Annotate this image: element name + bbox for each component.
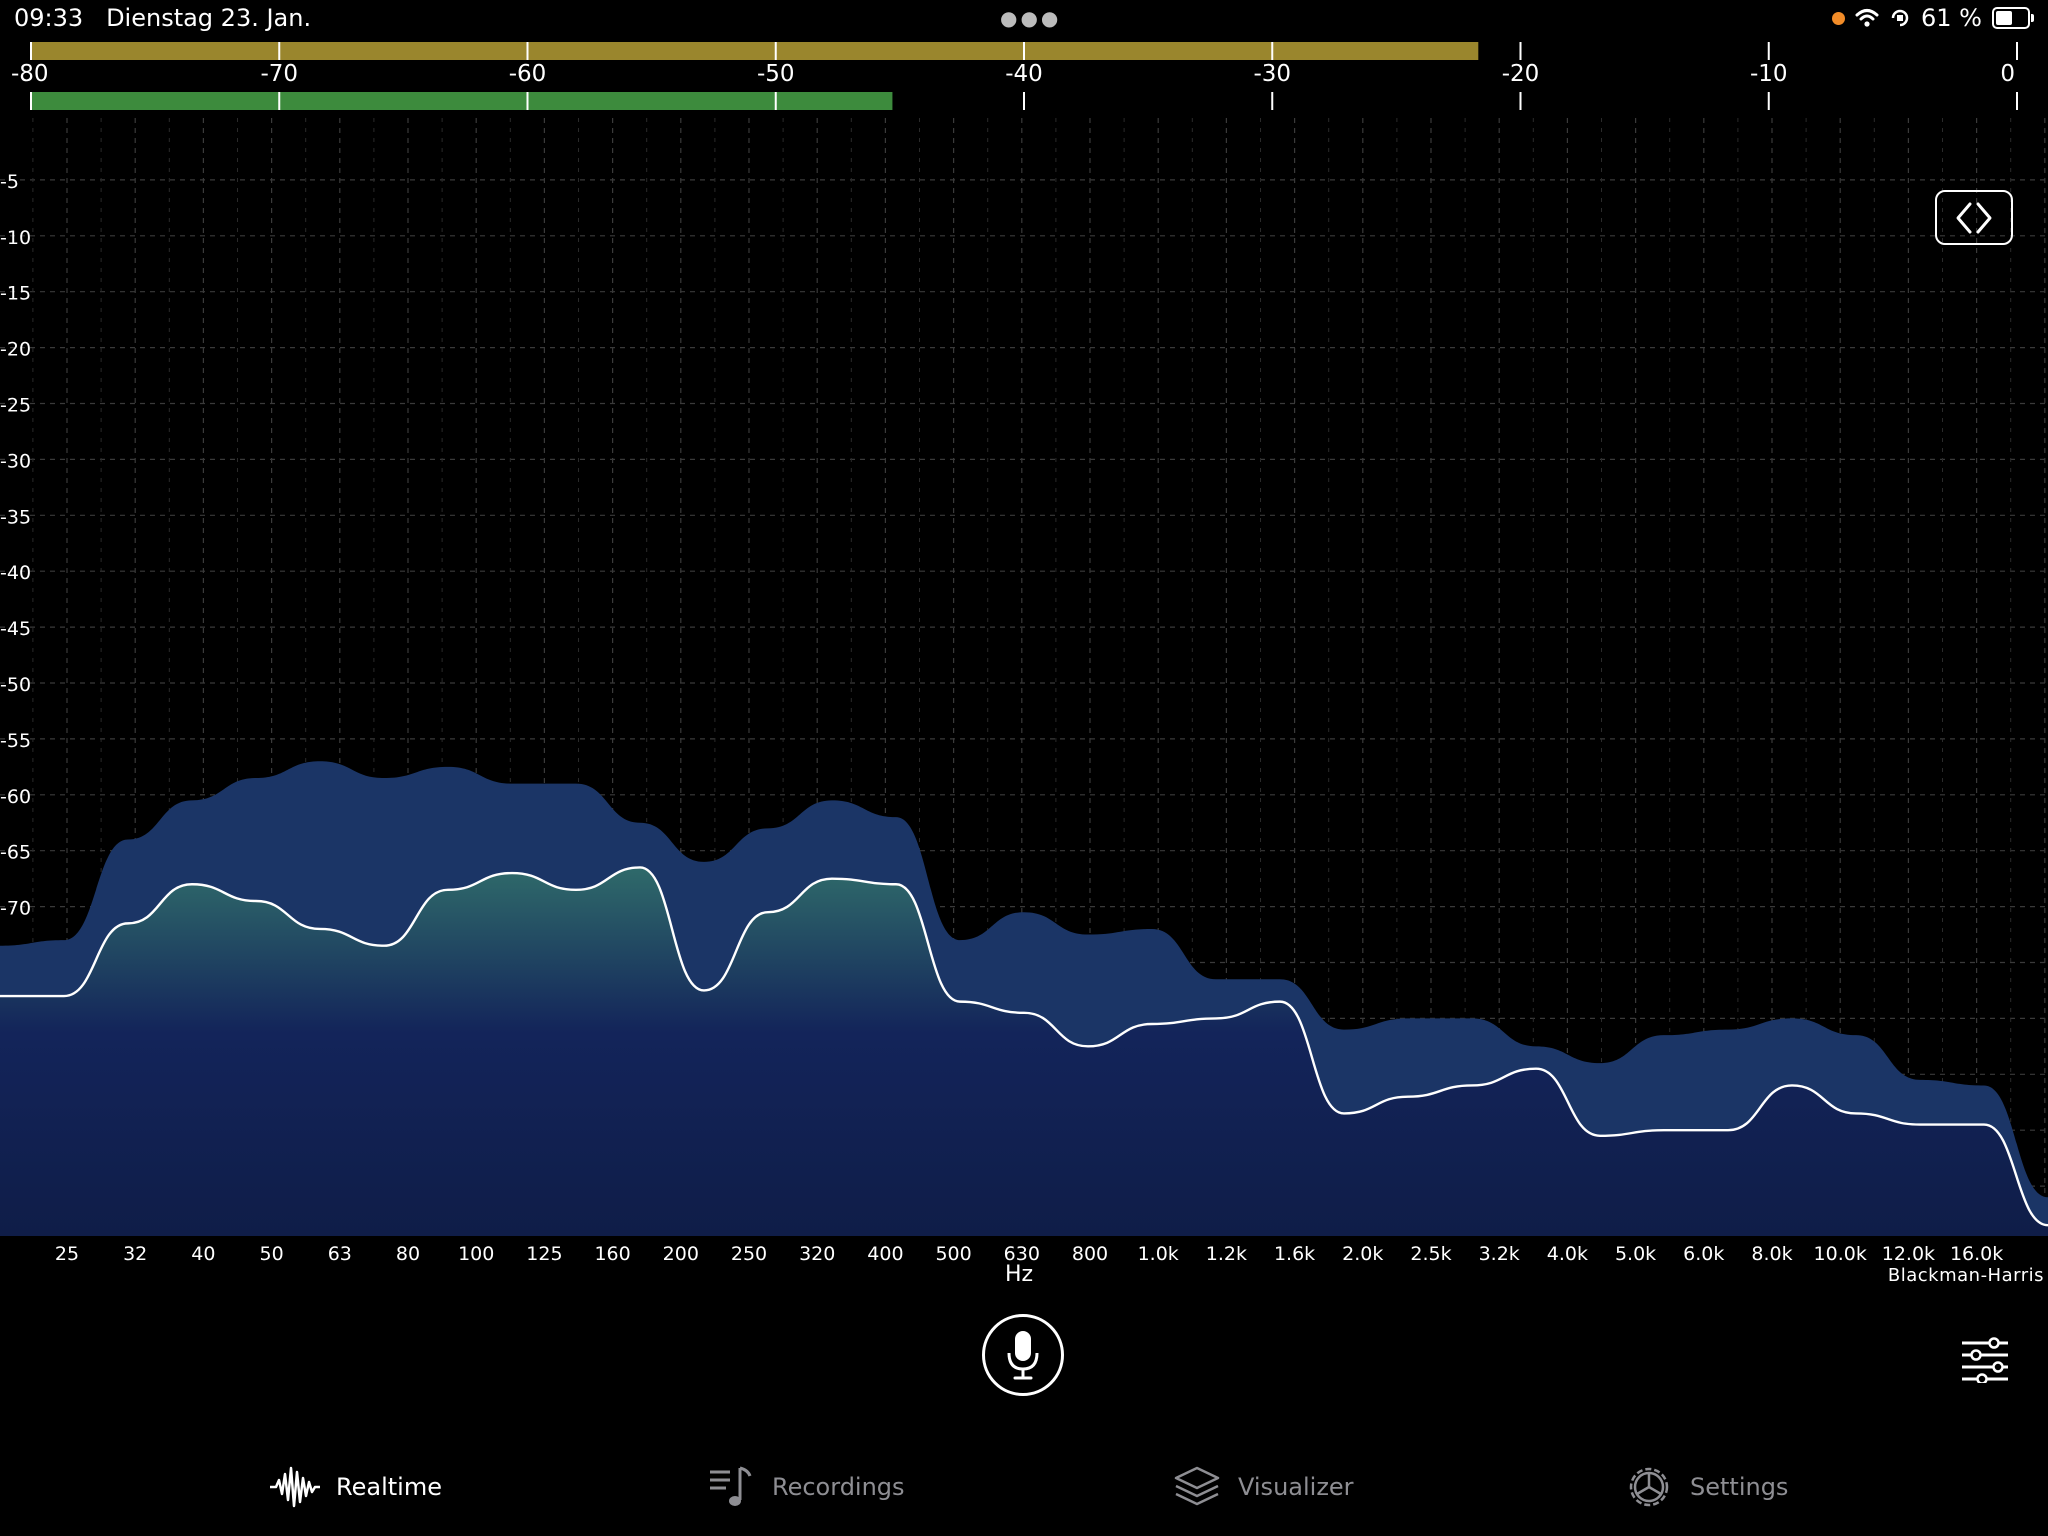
y-tick-label: -30 — [0, 450, 31, 472]
code-brackets-icon — [1956, 202, 1992, 233]
expand-button[interactable] — [1935, 190, 2013, 245]
meter-scale-label: -50 — [757, 61, 795, 87]
status-time: 09:33 Dienstag 23. Jan. — [14, 4, 311, 32]
x-tick-label: 125 — [526, 1243, 562, 1265]
x-tick-label: 1.6k — [1274, 1243, 1315, 1265]
x-tick-label: 40 — [191, 1243, 215, 1265]
x-tick-label: 80 — [396, 1243, 420, 1265]
date: Dienstag 23. Jan. — [106, 4, 312, 32]
y-tick-label: -20 — [0, 339, 31, 361]
battery-icon — [1992, 7, 2034, 29]
rms-level-bar — [31, 92, 893, 110]
display-settings-button[interactable] — [1960, 1337, 2010, 1385]
x-tick-label: 320 — [799, 1243, 835, 1265]
tab-visualizer[interactable]: Visualizer — [1170, 1460, 1354, 1514]
layers-icon — [1170, 1460, 1224, 1514]
tab-bar: Realtime Recordings Visualizer Settings — [0, 1440, 2048, 1536]
x-tick-label: 6.0k — [1683, 1243, 1724, 1265]
spectrum-chart[interactable]: -5 -10 -15 -20 -25 -30 -35 -40 -45 -50 -55 -60 -65 -7… — [0, 118, 2048, 1280]
x-tick-label: 500 — [935, 1243, 971, 1265]
x-tick-label: 1.2k — [1206, 1243, 1247, 1265]
waveform-icon — [268, 1460, 322, 1514]
tab-visualizer-label: Visualizer — [1238, 1473, 1354, 1501]
mic-indicator-icon — [1832, 11, 1846, 25]
y-tick-label: -40 — [0, 562, 31, 584]
x-tick-label: 50 — [260, 1243, 284, 1265]
y-tick-label: -70 — [0, 898, 31, 920]
x-tick-label: 3.2k — [1479, 1243, 1520, 1265]
y-tick-label: -45 — [0, 618, 31, 640]
x-tick-label: 400 — [867, 1243, 903, 1265]
tab-realtime[interactable]: Realtime — [268, 1460, 442, 1514]
sliders-icon — [1962, 1337, 2008, 1385]
x-tick-label: 8.0k — [1751, 1243, 1792, 1265]
music-list-icon — [704, 1460, 758, 1514]
x-tick-label: 10.0k — [1814, 1243, 1867, 1265]
meter-scale-label: -10 — [1750, 61, 1788, 87]
y-tick-label: -50 — [0, 674, 31, 696]
x-tick-label: 1.0k — [1138, 1243, 1179, 1265]
x-tick-label: 2.5k — [1410, 1243, 1451, 1265]
x-tick-label: 5.0k — [1615, 1243, 1656, 1265]
x-tick-label: 2.0k — [1342, 1243, 1383, 1265]
clock: 09:33 — [14, 4, 84, 32]
meter-scale-label: -40 — [1005, 61, 1043, 87]
y-tick-label: -55 — [0, 730, 31, 752]
tab-realtime-label: Realtime — [336, 1473, 442, 1501]
y-tick-label: -65 — [0, 842, 31, 864]
y-tick-label: -35 — [0, 506, 31, 528]
y-tick-label: -5 — [0, 171, 19, 193]
y-tick-label: -10 — [0, 227, 31, 249]
status-bar: 09:33 Dienstag 23. Jan. ●●● 61 % — [0, 0, 2048, 40]
battery-percent: 61 % — [1921, 4, 1982, 32]
x-tick-label: 160 — [594, 1243, 630, 1265]
window-function-label[interactable]: Blackman-Harris — [1888, 1265, 2044, 1286]
wifi-icon — [1855, 9, 1879, 27]
meter-scale-label: 0 — [2000, 61, 2015, 87]
level-meter: -80 -70 -60 -50 -40 -30 -20 -10 0 — [0, 38, 2048, 118]
status-icons: 61 % — [1832, 4, 2034, 32]
x-tick-label: 4.0k — [1547, 1243, 1588, 1265]
x-axis-label: Hz — [1005, 1262, 1034, 1287]
multitasking-dots-icon[interactable]: ●●● — [1000, 6, 1061, 30]
x-tick-label: 250 — [731, 1243, 767, 1265]
x-tick-label: 16.0k — [1950, 1243, 2003, 1265]
record-button[interactable] — [982, 1314, 1064, 1396]
x-tick-label: 200 — [663, 1243, 699, 1265]
tab-recordings-label: Recordings — [772, 1473, 905, 1501]
x-tick-label: 32 — [123, 1243, 147, 1265]
x-tick-label: 100 — [458, 1243, 494, 1265]
y-tick-label: -25 — [0, 395, 31, 417]
x-tick-label: 25 — [55, 1243, 79, 1265]
meter-scale-label: -70 — [260, 61, 298, 87]
x-tick-label: 800 — [1072, 1243, 1108, 1265]
x-tick-label: 12.0k — [1882, 1243, 1935, 1265]
y-tick-label: -15 — [0, 283, 31, 305]
peak-level-bar — [31, 42, 1479, 60]
meter-scale-label: -80 — [11, 61, 49, 87]
x-tick-label: 63 — [328, 1243, 352, 1265]
meter-scale-label: -20 — [1502, 61, 1540, 87]
tab-settings[interactable]: Settings — [1622, 1460, 1788, 1514]
meter-scale-label: -30 — [1253, 61, 1291, 87]
tab-settings-label: Settings — [1690, 1473, 1789, 1501]
microphone-icon — [1007, 1331, 1039, 1380]
level-meter-svg: -80 -70 -60 -50 -40 -30 -20 -10 0 — [11, 42, 2018, 110]
y-tick-label: -60 — [0, 786, 31, 808]
tab-recordings[interactable]: Recordings — [704, 1460, 905, 1514]
orientation-lock-icon — [1891, 9, 1909, 27]
gear-icon — [1622, 1460, 1676, 1514]
meter-scale-label: -60 — [509, 61, 547, 87]
